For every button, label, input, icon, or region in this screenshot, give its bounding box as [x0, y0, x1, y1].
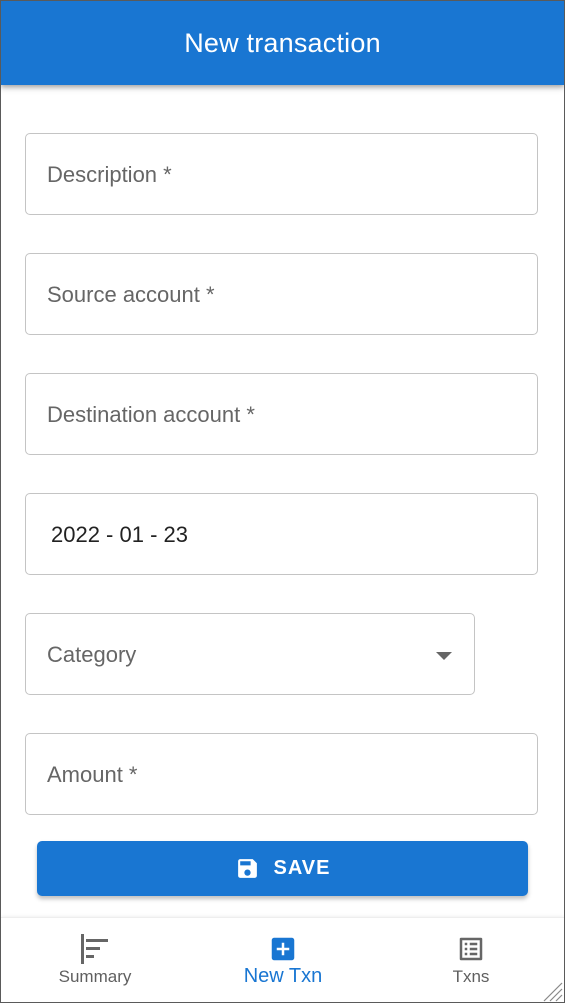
resize-grip-icon[interactable]: [541, 980, 563, 1002]
description-label: Description *: [47, 162, 172, 187]
floppy-disk-icon: [237, 859, 257, 878]
nav-new-txn-label: New Txn: [243, 965, 323, 987]
source-account-label: Source account *: [47, 282, 215, 307]
dropdown-arrow-icon: [436, 652, 452, 660]
save-button[interactable]: SAVE: [37, 841, 528, 896]
nav-summary[interactable]: Summary: [1, 918, 189, 1002]
date-field[interactable]: 2022 - 01 - 23: [25, 493, 538, 575]
nav-txns-label: Txns: [452, 967, 490, 986]
description-field[interactable]: Description *: [25, 133, 538, 215]
page-title: New transaction: [184, 27, 381, 58]
nav-txns[interactable]: Txns: [377, 918, 564, 1002]
destination-account-label: Destination account *: [47, 402, 255, 427]
app-window: New transaction Description * Source acc…: [0, 0, 565, 1003]
category-select[interactable]: Category: [25, 613, 475, 695]
category-label: Category: [47, 642, 137, 667]
amount-label: Amount *: [47, 762, 138, 787]
list-icon: [459, 937, 483, 961]
nav-summary-label: Summary: [58, 967, 132, 986]
save-label: SAVE: [273, 857, 331, 879]
destination-account-field[interactable]: Destination account *: [25, 373, 538, 455]
source-account-field[interactable]: Source account *: [25, 253, 538, 335]
add-box-icon: [271, 937, 295, 961]
bottom-navigation: Summary New Txn Txns: [1, 917, 564, 1002]
summary-bars-icon: [81, 934, 108, 964]
nav-new-txn[interactable]: New Txn: [189, 918, 377, 1002]
date-value: 2022 - 01 - 23: [51, 522, 188, 547]
amount-field[interactable]: Amount *: [25, 733, 538, 815]
app-bar: New transaction: [1, 1, 564, 85]
